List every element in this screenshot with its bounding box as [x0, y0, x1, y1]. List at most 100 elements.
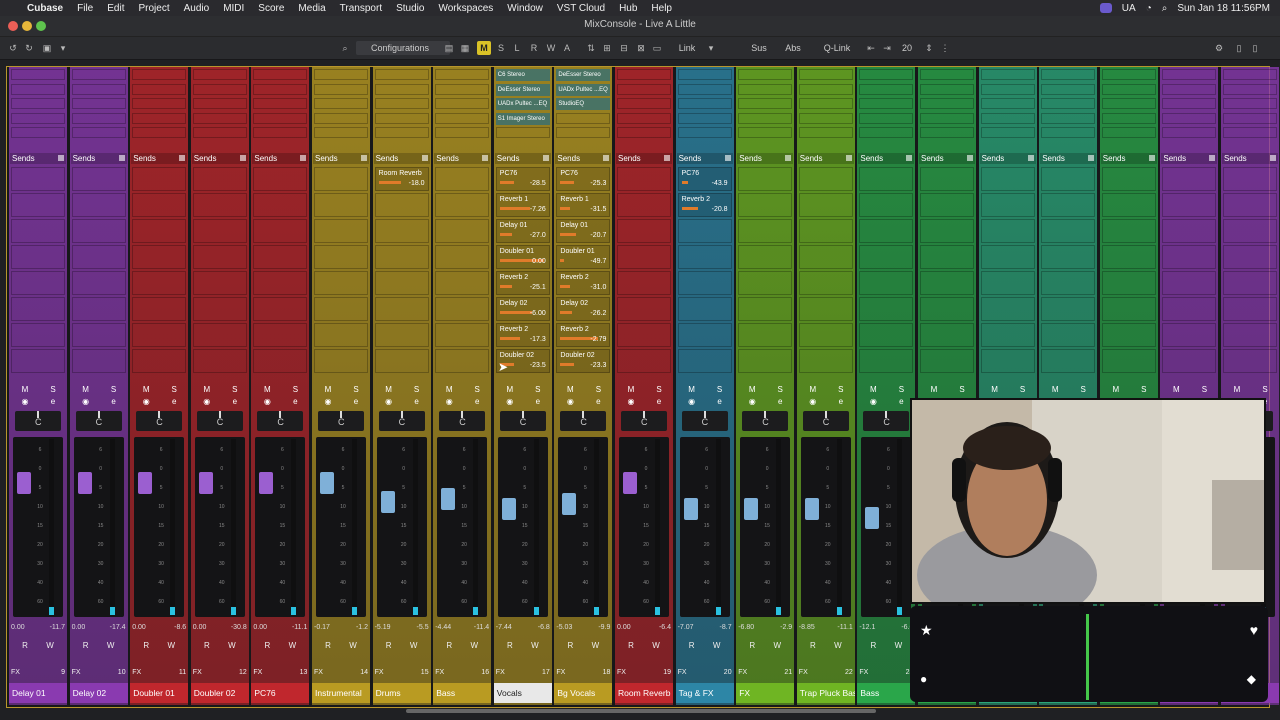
mute-button[interactable]: M — [686, 385, 698, 395]
pan-control[interactable]: C — [681, 411, 728, 431]
send-slot-empty[interactable] — [798, 271, 853, 295]
send-slot[interactable]: Reverb 2 -17.3 — [495, 323, 550, 347]
insert-slot-empty[interactable] — [132, 127, 187, 138]
insert-slot-empty[interactable] — [71, 112, 126, 124]
send-slot-empty[interactable] — [738, 297, 793, 321]
send-slot-empty[interactable] — [677, 323, 732, 347]
send-slot[interactable]: Reverb 2 -20.8 — [677, 193, 732, 217]
sends-toggle-icon[interactable] — [1088, 155, 1095, 161]
send-slot-empty[interactable] — [617, 245, 671, 269]
insert-slot-empty[interactable] — [859, 112, 914, 124]
insert-slot-empty[interactable] — [11, 127, 65, 138]
fader-track[interactable]: 605101520304060 — [619, 437, 669, 617]
fader-track[interactable]: 605101520304060 — [740, 437, 791, 617]
listen-enable-button[interactable]: ◉ — [867, 397, 879, 406]
mute-button[interactable]: M — [80, 385, 92, 395]
send-slot[interactable]: Doubler 02 -23.3 — [556, 349, 611, 373]
solo-button[interactable]: S — [774, 385, 786, 395]
send-slot-empty[interactable] — [980, 245, 1035, 269]
insert-slot-empty[interactable] — [980, 83, 1035, 95]
send-slot-empty[interactable] — [1101, 349, 1156, 373]
insert-slot[interactable]: DeEsser Stereo — [495, 83, 550, 96]
edit-channel-button[interactable]: e — [653, 397, 665, 406]
clock[interactable]: Sun Jan 18 11:56PM — [1177, 3, 1270, 14]
channel-name[interactable]: FX — [736, 683, 795, 703]
insert-slot-empty[interactable] — [253, 69, 308, 80]
listen-enable-button[interactable]: ◉ — [80, 397, 92, 406]
pan-control[interactable]: C — [802, 411, 849, 431]
fader-handle[interactable] — [198, 472, 213, 495]
send-slot-empty[interactable] — [859, 219, 914, 243]
sends-header[interactable]: Sends — [10, 153, 66, 164]
left-zone-icon[interactable]: ▯ — [1232, 41, 1246, 55]
send-slot-empty[interactable] — [677, 271, 732, 295]
send-slot-empty[interactable] — [132, 323, 187, 347]
send-slot-empty[interactable] — [1101, 323, 1156, 347]
fader-value[interactable]: -7.44 — [496, 624, 512, 631]
peak-value[interactable]: -6.8 — [538, 624, 550, 631]
solo-button[interactable]: S — [592, 385, 604, 395]
edit-channel-button[interactable]: e — [471, 397, 483, 406]
keyboard-indicator[interactable]: UA — [1122, 3, 1136, 14]
sends-header[interactable]: Sends — [616, 153, 672, 164]
send-slot-empty[interactable] — [920, 297, 974, 321]
pan-control[interactable]: C — [863, 411, 910, 431]
insert-slot-empty[interactable] — [71, 69, 126, 80]
sends-header[interactable]: Sends — [1100, 153, 1157, 164]
send-slot-empty[interactable] — [980, 167, 1035, 191]
mute-button[interactable]: M — [1231, 385, 1243, 395]
send-slot-empty[interactable] — [435, 193, 490, 217]
write-all-button[interactable]: W — [544, 41, 558, 55]
fader-handle[interactable] — [380, 491, 395, 514]
send-slot-empty[interactable] — [738, 167, 793, 191]
sends-header[interactable]: Sends — [434, 153, 491, 164]
peak-value[interactable]: -17.4 — [110, 624, 126, 631]
mute-button[interactable]: M — [19, 385, 31, 395]
send-slot[interactable]: Reverb 1 -31.5 — [556, 193, 611, 217]
peak-value[interactable]: -6.4 — [659, 624, 671, 631]
insert-slot-empty[interactable] — [677, 69, 732, 80]
send-slot-empty[interactable] — [1162, 193, 1217, 217]
fader-value[interactable]: -4.44 — [435, 624, 451, 631]
pan-control[interactable]: C — [257, 411, 304, 431]
solo-button[interactable]: S — [714, 385, 726, 395]
insert-slot-empty[interactable] — [920, 98, 974, 109]
send-slot-empty[interactable] — [132, 167, 187, 191]
read-button[interactable]: R — [325, 641, 331, 653]
fader-value[interactable]: -5.03 — [556, 624, 572, 631]
send-level-bar[interactable] — [499, 233, 512, 236]
insert-slot-empty[interactable] — [1041, 83, 1096, 95]
send-slot-empty[interactable] — [1101, 271, 1156, 295]
menu-item[interactable]: Edit — [100, 3, 131, 14]
channel-name[interactable]: Doubler 02 — [190, 683, 249, 703]
listen-enable-button[interactable]: ◉ — [625, 397, 637, 406]
send-slot-empty[interactable] — [11, 219, 65, 243]
insert-slot-empty[interactable] — [435, 98, 490, 109]
send-slot-empty[interactable] — [314, 349, 368, 373]
send-slot-empty[interactable] — [1101, 167, 1156, 191]
write-button[interactable]: W — [652, 641, 660, 653]
insert-slot-empty[interactable] — [11, 83, 65, 95]
send-slot-empty[interactable] — [374, 193, 429, 217]
insert-slot-empty[interactable] — [192, 112, 247, 124]
send-slot-empty[interactable] — [798, 219, 853, 243]
insert-slot[interactable]: StudioEQ — [556, 98, 611, 110]
send-slot-empty[interactable] — [920, 271, 974, 295]
menu-item[interactable]: VST Cloud — [550, 3, 612, 14]
menu-item[interactable]: Window — [500, 3, 550, 14]
write-button[interactable]: W — [834, 641, 842, 653]
send-slot-empty[interactable] — [980, 349, 1035, 373]
send-slot-empty[interactable] — [1162, 167, 1217, 191]
write-button[interactable]: W — [289, 641, 297, 653]
listen-enable-button[interactable]: ◉ — [504, 397, 516, 406]
send-slot-empty[interactable] — [617, 297, 671, 321]
send-slot-empty[interactable] — [11, 271, 65, 295]
insert-slot-empty[interactable] — [677, 127, 732, 138]
fader-handle[interactable] — [320, 472, 334, 495]
channel-name[interactable]: Vocals — [493, 683, 552, 703]
fader-value[interactable]: 0.00 — [193, 624, 207, 631]
listen-enable-button[interactable]: ◉ — [564, 397, 576, 406]
fader-track[interactable]: 605101520304060 — [194, 437, 245, 617]
peak-value[interactable]: -8.6 — [174, 624, 186, 631]
menu-item[interactable]: Transport — [333, 3, 389, 14]
